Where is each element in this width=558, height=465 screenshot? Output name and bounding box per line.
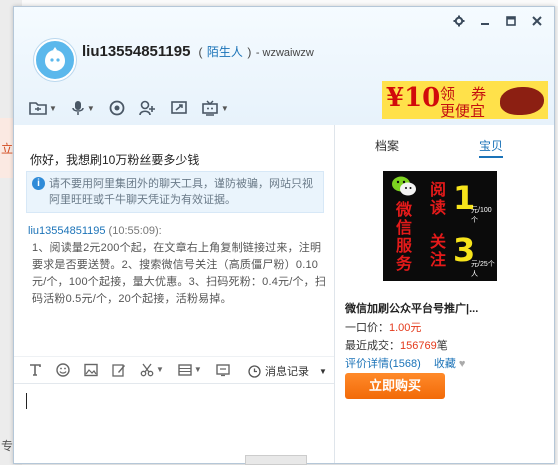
price-value: 1.00元 — [389, 322, 422, 334]
product-image-unit: 元/25个人 — [471, 261, 495, 278]
shake-button[interactable] — [216, 363, 230, 377]
chat-window: liu13554851195 ( 陌生人 ) - wzwaiwzw ▼ ▼ ▼ … — [13, 6, 555, 464]
coupon-ad-banner[interactable]: ¥10 领 券 更便宜 — [382, 81, 548, 119]
table-button[interactable]: ▼ — [178, 363, 202, 377]
shop-name: - wzwaiwzw — [255, 47, 314, 59]
message-header: liu13554851195 (10:55:09): — [28, 225, 162, 237]
avatar-mascot-icon — [45, 47, 65, 71]
product-price-row: 一口价：1.00元 — [345, 319, 421, 335]
text-format-button[interactable] — [28, 363, 42, 377]
minimize-icon[interactable] — [478, 14, 492, 28]
table-icon — [178, 363, 192, 376]
recent-sales-label: 最近成交： — [345, 340, 400, 352]
emoji-button[interactable] — [56, 362, 70, 377]
tab-profile[interactable]: 档案 — [375, 137, 399, 154]
security-notice: i 请不要用阿里集团外的聊天工具，谨防被骗，网站只视阿里旺旺或千牛聊天凭证为有效… — [26, 171, 324, 213]
product-image-text: 微信服务 — [395, 200, 412, 273]
history-label: 消息记录 — [265, 366, 309, 378]
ad-red-date-image — [500, 87, 544, 115]
heart-icon[interactable]: ♥ — [459, 358, 466, 370]
emoji-icon — [56, 362, 70, 377]
chat-header: liu13554851195 ( 陌生人 ) - wzwaiwzw ▼ ▼ ▼ … — [14, 7, 554, 125]
message-history-button[interactable]: 消息记录 ▼ — [248, 363, 327, 379]
chevron-down-icon: ▼ — [49, 103, 57, 113]
product-image-unit: 元/100个 — [471, 207, 492, 224]
avatar[interactable] — [34, 39, 76, 81]
paren-open: ( — [198, 45, 203, 59]
remote-assist-button[interactable]: ▼ — [201, 100, 229, 116]
wechat-logo-icon — [392, 176, 416, 196]
chevron-down-icon: ▼ — [193, 365, 202, 374]
product-actions-row: 评价详情(1568) 收藏 ♥ — [345, 355, 465, 371]
chat-toolbar: ▼ ▼ ▼ — [29, 100, 229, 116]
contact-info: liu13554851195 ( 陌生人 ) - wzwaiwzw — [82, 43, 314, 61]
price-label: 一口价： — [345, 322, 389, 334]
send-button-edge[interactable] — [245, 455, 307, 465]
recent-sales-unit: 笔 — [436, 340, 448, 352]
remote-assist-icon — [202, 100, 218, 116]
message-sender[interactable]: liu13554851195 — [28, 225, 105, 237]
screen-share-icon — [171, 101, 187, 114]
background-text: 专 — [1, 439, 14, 453]
paren-close: ) — [247, 45, 252, 59]
product-image-text: 阅读 — [429, 180, 446, 217]
folder-button[interactable]: ▼ — [29, 100, 57, 116]
favorite-link[interactable]: 收藏 — [434, 358, 456, 370]
text-format-icon — [30, 363, 41, 376]
message-time: (10:55:09): — [105, 225, 162, 237]
window-controls — [452, 14, 544, 28]
history-icon — [248, 364, 261, 378]
gear-icon[interactable] — [452, 14, 466, 28]
screenshot-button[interactable]: ▼ — [140, 363, 164, 377]
recent-sales-row: 最近成交：156769笔 — [345, 337, 448, 353]
chevron-down-icon: ▼ — [319, 366, 327, 376]
voice-button[interactable]: ▼ — [71, 100, 95, 116]
buy-now-button[interactable]: 立即购买 — [345, 373, 445, 399]
edit-icon — [112, 363, 125, 377]
ad-line-2: 更便宜 — [440, 103, 486, 119]
maximize-icon[interactable] — [504, 14, 518, 28]
chevron-down-icon: ▼ — [220, 103, 229, 113]
message-text: 1、阅读量2元200个起，在文章右上角复制链接过来，注明要求是否要送赞。2、搜索… — [32, 242, 327, 305]
tab-items[interactable]: 宝贝 — [479, 137, 504, 158]
message-input[interactable] — [14, 383, 334, 463]
camera-icon — [109, 100, 125, 116]
chevron-down-icon: ▼ — [156, 365, 164, 374]
recent-sales-value: 156769 — [400, 340, 437, 352]
product-title[interactable]: 微信加刷公众平台号推广|... — [345, 300, 478, 316]
info-icon: i — [32, 177, 45, 190]
sidebar-panel: 档案 宝贝 微信服务 阅读 关注 1 元/100个 3 元/25个人 微信加刷公… — [335, 125, 554, 463]
product-image-text: 关注 — [429, 232, 446, 269]
close-icon[interactable] — [530, 14, 544, 28]
chevron-down-icon: ▼ — [86, 103, 95, 113]
add-contact-icon — [139, 100, 155, 116]
scissors-icon — [140, 363, 154, 376]
add-contact-button[interactable] — [139, 100, 157, 116]
rating-link[interactable]: 评价详情(1568) — [345, 358, 421, 370]
ad-price: ¥10 — [386, 83, 441, 113]
video-button[interactable] — [109, 100, 125, 116]
message-area: 你好，我想刷10万粉丝要多少钱 i 请不要用阿里集团外的聊天工具，谨防被骗，网站… — [14, 125, 334, 347]
microphone-icon — [72, 101, 84, 115]
image-button[interactable] — [84, 363, 98, 377]
screen-share-button[interactable] — [171, 100, 187, 116]
edit-button[interactable] — [112, 363, 126, 377]
folder-icon — [29, 102, 47, 115]
image-icon — [84, 363, 98, 376]
contact-username[interactable]: liu13554851195 — [82, 43, 190, 60]
notice-text: 请不要用阿里集团外的聊天工具，谨防被骗，网站只视阿里旺旺或千牛聊天凭证为有效证据… — [49, 178, 313, 206]
sidebar-tabs: 档案 宝贝 — [335, 137, 554, 158]
shake-icon — [216, 363, 230, 376]
relationship-link[interactable]: 陌生人 — [207, 45, 243, 59]
text-cursor — [26, 393, 27, 409]
product-image[interactable]: 微信服务 阅读 关注 1 元/100个 3 元/25个人 — [383, 171, 497, 281]
message-text: 你好，我想刷10万粉丝要多少钱 — [30, 153, 200, 167]
